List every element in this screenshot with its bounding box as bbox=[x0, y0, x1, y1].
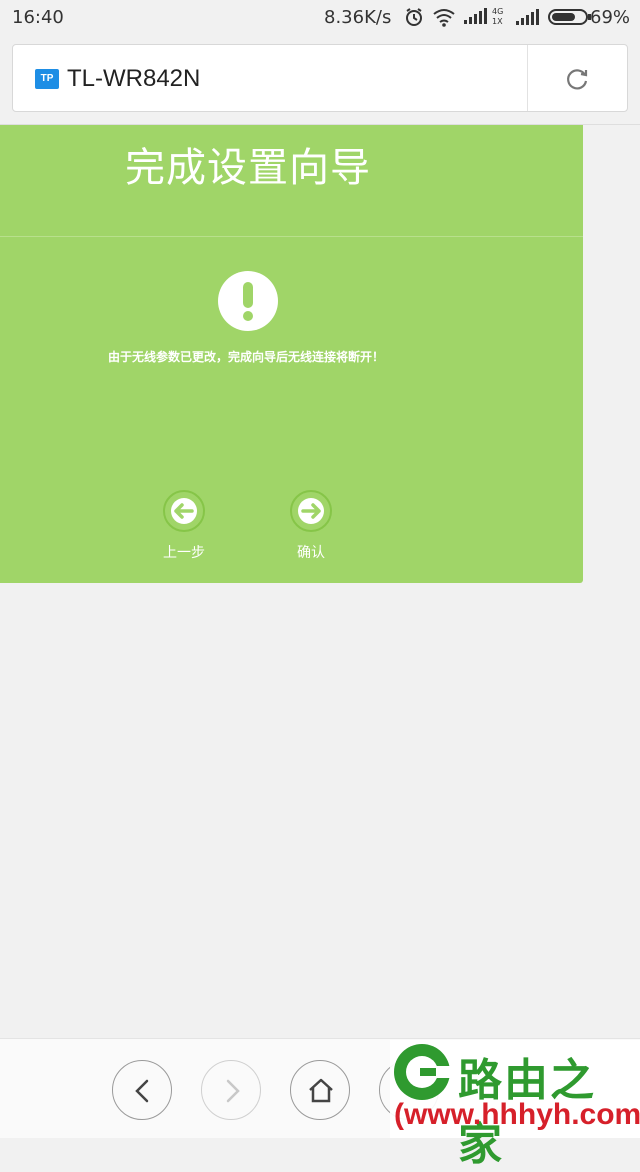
prev-button[interactable] bbox=[163, 490, 205, 532]
prev-label[interactable]: 上一步 bbox=[144, 542, 224, 562]
signal-icon bbox=[516, 9, 539, 25]
home-icon bbox=[309, 1078, 333, 1103]
alarm-icon bbox=[406, 8, 422, 26]
signal-4g-icon: 4G 1X bbox=[464, 7, 503, 26]
wizard-card: 完成设置向导 由于无线参数已更改，完成向导后无线连接将断开！ 上一步 确认 bbox=[0, 125, 583, 583]
status-icons: 4G 1X bbox=[404, 6, 592, 28]
forward-button[interactable] bbox=[201, 1060, 261, 1120]
wizard-title: 完成设置向导 bbox=[125, 145, 371, 191]
clock: 16:40 bbox=[12, 7, 64, 28]
watermark: 路由之家 (www.hhhyh.com bbox=[390, 1040, 640, 1170]
reload-icon[interactable] bbox=[563, 65, 591, 93]
address-text[interactable]: TL-WR842N bbox=[67, 65, 200, 93]
arrow-right-icon bbox=[298, 498, 324, 524]
address-divider bbox=[527, 45, 528, 111]
warning-icon bbox=[218, 271, 278, 331]
battery-icon bbox=[548, 9, 591, 25]
watermark-logo bbox=[394, 1044, 452, 1100]
wifi-icon bbox=[433, 9, 455, 27]
svg-text:1X: 1X bbox=[492, 17, 503, 26]
chevron-left-icon bbox=[135, 1079, 149, 1103]
network-speed: 8.36K/s bbox=[324, 7, 392, 28]
warning-message: 由于无线参数已更改，完成向导后无线连接将断开！ bbox=[107, 350, 384, 364]
wizard-divider bbox=[0, 236, 583, 237]
watermark-url: (www.hhhyh.com bbox=[394, 1098, 640, 1131]
warning-icon-bar bbox=[243, 282, 253, 308]
chevron-right-icon bbox=[226, 1079, 240, 1103]
address-bar[interactable]: TP TL-WR842N bbox=[12, 44, 628, 112]
confirm-button[interactable] bbox=[290, 490, 332, 532]
battery-percent: 69% bbox=[590, 7, 631, 28]
arrow-left-icon bbox=[171, 498, 197, 524]
home-button[interactable] bbox=[290, 1060, 350, 1120]
svg-text:4G: 4G bbox=[492, 7, 503, 16]
confirm-label[interactable]: 确认 bbox=[271, 542, 351, 562]
back-button[interactable] bbox=[112, 1060, 172, 1120]
site-favicon: TP bbox=[35, 69, 59, 89]
status-bar: 16:40 8.36K/s 4G 1X 69% bbox=[0, 0, 640, 36]
warning-icon-dot bbox=[243, 311, 253, 321]
